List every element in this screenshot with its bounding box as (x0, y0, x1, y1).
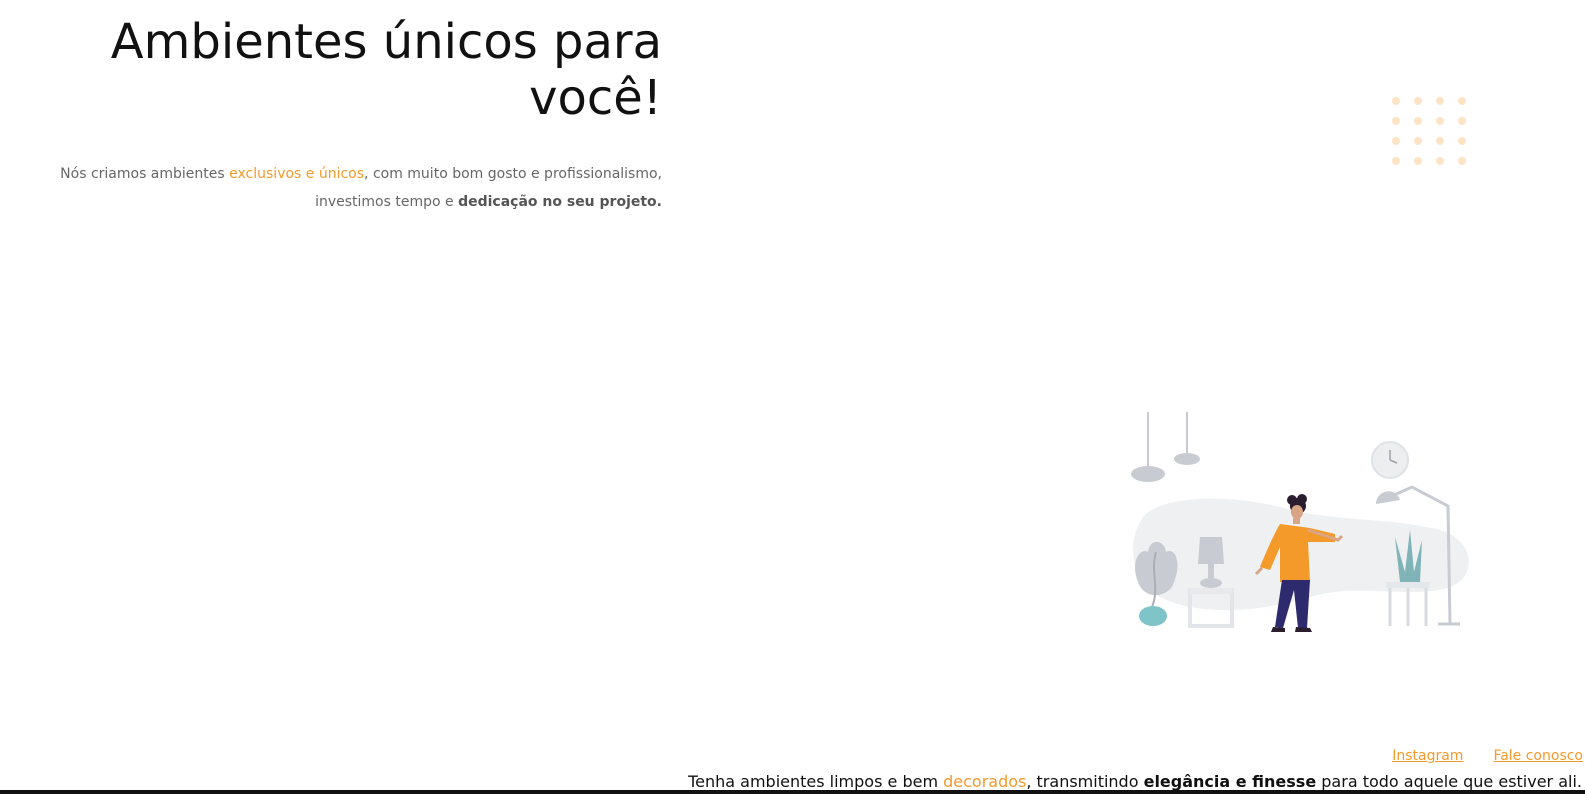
bottom-border (0, 790, 1585, 794)
decoration-dot (1414, 117, 1422, 125)
hero-text-before: Nós criamos ambientes (60, 166, 230, 182)
person-room-illustration (1131, 412, 1469, 632)
footer-links: Instagram Fale conosco (1362, 748, 1583, 764)
decoration-dot (1414, 157, 1422, 165)
decoration-dot (1392, 137, 1400, 145)
decoration-dot (1458, 137, 1466, 145)
dot-grid-decoration (1392, 97, 1482, 177)
hero-title: Ambientes únicos para você! (110, 14, 662, 126)
decoration-dot (1392, 97, 1400, 105)
tagline-middle: , transmitindo (1026, 772, 1144, 791)
decoration-dot (1436, 117, 1444, 125)
decoration-dot (1436, 157, 1444, 165)
decoration-dot (1392, 117, 1400, 125)
hero-text-accent: exclusivos e únicos (229, 166, 365, 182)
decoration-dot (1458, 97, 1466, 105)
tagline-before: Tenha ambientes limpos e bem (688, 772, 944, 791)
tagline-bold: elegância e finesse (1143, 772, 1317, 791)
instagram-link[interactable]: Instagram (1392, 748, 1463, 764)
hero-description: Nós criamos ambientes exclusivos e único… (40, 160, 662, 216)
decoration-dot (1436, 97, 1444, 105)
hero-text-bold: dedicação no seu projeto. (458, 194, 662, 210)
tagline-after: para todo aquele que estiver ali. (1316, 772, 1582, 791)
decoration-dot (1458, 157, 1466, 165)
decoration-dot (1414, 137, 1422, 145)
tagline-accent: decorados (943, 772, 1027, 791)
decoration-dot (1392, 157, 1400, 165)
decoration-dot (1414, 97, 1422, 105)
decoration-dot (1458, 117, 1466, 125)
decoration-dot (1436, 137, 1444, 145)
footer-tagline: Tenha ambientes limpos e bem decorados, … (688, 772, 1582, 791)
contact-link[interactable]: Fale conosco (1493, 748, 1583, 764)
